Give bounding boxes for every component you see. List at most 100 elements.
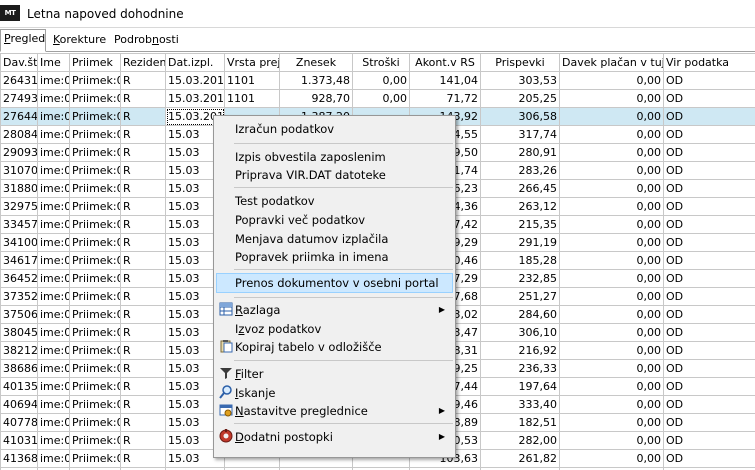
table-cell[interactable]: ime:066 — [37, 233, 70, 252]
table-cell[interactable]: 37506 — [0, 305, 38, 324]
column-header[interactable]: Vir podatka — [663, 53, 755, 72]
table-cell[interactable]: 282,00 — [480, 431, 560, 450]
table-cell[interactable]: Priimek:07 — [69, 89, 121, 108]
table-cell[interactable]: R — [120, 449, 166, 468]
table-cell[interactable]: 15.03.2017 — [165, 89, 225, 108]
table-cell[interactable]: R — [120, 215, 166, 234]
table-cell[interactable]: R — [120, 71, 166, 90]
table-cell[interactable]: 38686 — [0, 359, 38, 378]
table-cell[interactable]: 0,00 — [559, 431, 664, 450]
menu-item-prenos-dokumentov[interactable]: Prenos dokumentov v osebni portal — [216, 273, 453, 293]
table-cell[interactable]: 284,60 — [480, 305, 560, 324]
table-cell[interactable]: Priimek:07( — [69, 215, 121, 234]
table-cell[interactable]: 31880 — [0, 179, 38, 198]
table-cell[interactable]: 0,00 — [559, 323, 664, 342]
table-cell[interactable]: 182,51 — [480, 413, 560, 432]
menu-item-kopiraj-tabelo[interactable]: Kopiraj tabelo v odložišče — [216, 337, 453, 357]
table-cell[interactable]: R — [120, 431, 166, 450]
tab-pregled[interactable]: Pregled — [0, 29, 46, 52]
menu-item-iskanje[interactable]: Iskanje — [216, 383, 453, 403]
table-cell[interactable]: OD — [663, 323, 755, 342]
table-cell[interactable]: OD — [663, 71, 755, 90]
table-cell[interactable]: ime:074 — [37, 359, 70, 378]
table-row[interactable]: 27493ime:077Priimek:07R15.03.20171101928… — [0, 89, 755, 108]
table-cell[interactable]: ime:077 — [37, 449, 70, 468]
table-cell[interactable]: 185,28 — [480, 251, 560, 270]
table-cell[interactable]: 0,00 — [559, 305, 664, 324]
table-cell[interactable]: 216,92 — [480, 341, 560, 360]
table-cell[interactable]: 1.373,48 — [279, 71, 353, 90]
table-cell[interactable]: Priimek:07( — [69, 161, 121, 180]
table-cell[interactable]: 28084 — [0, 125, 38, 144]
table-cell[interactable]: Priimek:07 — [69, 179, 121, 198]
table-cell[interactable]: 0,00 — [559, 71, 664, 90]
table-cell[interactable]: Priimek:07! — [69, 269, 121, 288]
table-cell[interactable]: 232,85 — [480, 269, 560, 288]
table-cell[interactable]: 0,00 — [352, 71, 410, 90]
tab-podrobnosti[interactable]: Podrobnosti — [111, 31, 179, 51]
table-cell[interactable]: 283,26 — [480, 161, 560, 180]
table-cell[interactable]: 0,00 — [559, 287, 664, 306]
table-cell[interactable]: Priimek:07 — [69, 449, 121, 468]
table-cell[interactable]: 317,74 — [480, 125, 560, 144]
column-header[interactable]: Dav.št — [0, 53, 38, 72]
table-cell[interactable]: ime:075 — [37, 269, 70, 288]
column-header[interactable]: Akont.v RS — [409, 53, 481, 72]
table-cell[interactable]: OD — [663, 269, 755, 288]
table-cell[interactable]: ime:077 — [37, 89, 70, 108]
table-cell[interactable]: R — [120, 233, 166, 252]
table-cell[interactable]: OD — [663, 287, 755, 306]
menu-item-izvoz-podatkov[interactable]: Izvoz podatkov — [216, 319, 453, 339]
table-cell[interactable]: OD — [663, 377, 755, 396]
table-cell[interactable]: 36452 — [0, 269, 38, 288]
table-cell[interactable]: Priimek:06( — [69, 233, 121, 252]
table-cell[interactable]: 41031 — [0, 431, 38, 450]
table-cell[interactable]: OD — [663, 161, 755, 180]
table-cell[interactable]: OD — [663, 107, 755, 126]
table-cell[interactable]: 27493 — [0, 89, 38, 108]
table-cell[interactable]: 0,00 — [559, 341, 664, 360]
table-cell[interactable]: R — [120, 323, 166, 342]
table-cell[interactable]: R — [120, 89, 166, 108]
table-cell[interactable]: OD — [663, 413, 755, 432]
table-cell[interactable]: 280,91 — [480, 143, 560, 162]
menu-item-izpis-obvestila[interactable]: Izpis obvestila zaposlenim — [216, 147, 453, 167]
table-cell[interactable]: 0,00 — [559, 377, 664, 396]
menu-item-filter[interactable]: Filter — [216, 364, 453, 384]
table-cell[interactable]: 0,00 — [559, 269, 664, 288]
table-cell[interactable]: Priimek:07! — [69, 431, 121, 450]
table-cell[interactable]: 0,00 — [559, 125, 664, 144]
table-cell[interactable]: 26431 — [0, 71, 38, 90]
table-cell[interactable]: OD — [663, 305, 755, 324]
table-cell[interactable]: R — [120, 341, 166, 360]
table-cell[interactable]: 0,00 — [559, 359, 664, 378]
table-cell[interactable]: OD — [663, 251, 755, 270]
menu-item-dodatni-postopki[interactable]: Dodatni postopki ▶ — [216, 427, 453, 447]
table-cell[interactable]: R — [120, 125, 166, 144]
table-cell[interactable]: R — [120, 197, 166, 216]
table-cell[interactable]: R — [120, 395, 166, 414]
table-cell[interactable]: 0,00 — [559, 449, 664, 468]
table-cell[interactable]: 197,64 — [480, 377, 560, 396]
menu-item-popravek-priimka[interactable]: Popravek priimka in imena — [216, 247, 453, 267]
table-cell[interactable]: 261,82 — [480, 449, 560, 468]
table-cell[interactable]: 38212 — [0, 341, 38, 360]
column-header[interactable]: Znesek — [279, 53, 353, 72]
table-cell[interactable]: 37352 — [0, 287, 38, 306]
table-cell[interactable]: 40778 — [0, 413, 38, 432]
menu-item-priprava-vir-dat[interactable]: Priprava VIR.DAT datoteke — [216, 165, 453, 185]
table-cell[interactable]: Priimek:07( — [69, 395, 121, 414]
column-header[interactable]: Dat.izpl. — [165, 53, 225, 72]
column-header[interactable]: Vrsta prej. — [224, 53, 280, 72]
menu-item-nastavitve-preglednice[interactable]: Nastavitve preglednice ▶ — [216, 401, 453, 421]
table-cell[interactable]: 34100 — [0, 233, 38, 252]
table-cell[interactable]: 0,00 — [559, 179, 664, 198]
table-cell[interactable]: R — [120, 251, 166, 270]
menu-item-menjava-datumov[interactable]: Menjava datumov izplačila — [216, 229, 453, 249]
table-cell[interactable]: Priimek:06! — [69, 107, 121, 126]
table-cell[interactable]: R — [120, 305, 166, 324]
column-header[interactable]: Prispevki — [480, 53, 560, 72]
table-cell[interactable]: 0,00 — [559, 197, 664, 216]
table-cell[interactable]: 40135 — [0, 377, 38, 396]
table-cell[interactable]: ime:075 — [37, 197, 70, 216]
